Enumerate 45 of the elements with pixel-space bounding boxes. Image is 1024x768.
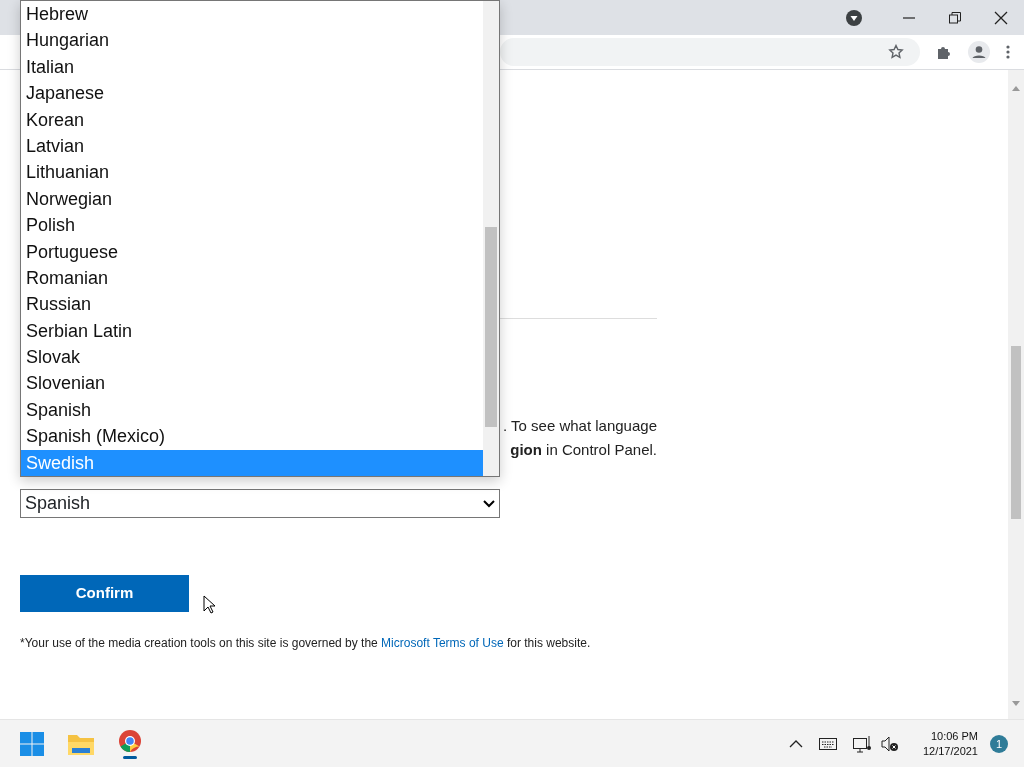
language-select[interactable]: Spanish <box>20 489 500 518</box>
speaker-muted-icon[interactable] <box>880 735 899 752</box>
clock-date[interactable]: 12/17/2021 <box>922 743 978 759</box>
dropdown-option[interactable]: Spanish (Mexico) <box>21 423 483 450</box>
scroll-thumb[interactable] <box>485 227 497 427</box>
star-icon[interactable] <box>888 44 904 60</box>
confirm-button[interactable]: Confirm <box>20 575 189 612</box>
scrollbar[interactable] <box>1008 70 1024 719</box>
network-icon[interactable] <box>852 734 873 753</box>
dropdown-option[interactable]: Hebrew <box>21 1 483 28</box>
terms-link[interactable]: Microsoft Terms of Use <box>381 636 504 650</box>
windows-icon[interactable] <box>20 731 44 756</box>
browser-icon[interactable] <box>118 728 142 759</box>
info-text: . To see what language <box>503 416 657 436</box>
terms-text: *Your use of the media creation tools on this site is governed by the Microsoft Terms of Use for this website. <box>20 635 592 652</box>
folder-icon[interactable] <box>68 732 94 755</box>
dropdown-option[interactable]: Italian <box>21 53 483 81</box>
dropdown-option[interactable]: Norwegian <box>21 185 483 213</box>
chevron-icon <box>483 499 495 508</box>
dropdown-option[interactable]: Romanian <box>21 264 483 292</box>
dropdown-option[interactable]: Slovak <box>21 344 483 371</box>
dropdown-option[interactable]: Serbian Latin <box>21 317 483 345</box>
dropdown-option[interactable]: Slovenian <box>21 370 483 397</box>
info-text: gion in Control Panel. <box>510 440 657 460</box>
scroll-thumb[interactable] <box>1011 346 1021 519</box>
chevron-up-icon[interactable] <box>788 739 803 748</box>
dropdown-option[interactable]: Japanese <box>21 80 483 107</box>
close-icon[interactable] <box>994 10 1008 25</box>
clock-time[interactable]: 10:06 PM <box>922 728 978 744</box>
menu-icon[interactable] <box>1006 45 1010 59</box>
dropdown-option[interactable]: Latvian <box>21 132 483 160</box>
keyboard-icon[interactable] <box>818 737 837 750</box>
dropdown-option[interactable]: Spanish <box>21 396 483 424</box>
notification-badge[interactable]: 1 <box>990 734 1008 753</box>
tab-search-icon[interactable] <box>846 9 862 26</box>
puzzle-icon[interactable] <box>936 44 952 60</box>
dropdown-option[interactable]: Korean <box>21 106 483 133</box>
profile-icon[interactable] <box>968 41 990 63</box>
dropdown-option[interactable]: Russian <box>21 291 483 318</box>
dropdown-option[interactable]: Hungarian <box>21 27 483 54</box>
dropdown-option[interactable]: Lithuanian <box>21 159 483 186</box>
dropdown-option[interactable]: Polish <box>21 212 483 239</box>
restore-icon[interactable] <box>948 10 962 25</box>
dropdown-option[interactable]: Portuguese <box>21 238 483 265</box>
mouse-cursor-icon <box>203 595 217 615</box>
